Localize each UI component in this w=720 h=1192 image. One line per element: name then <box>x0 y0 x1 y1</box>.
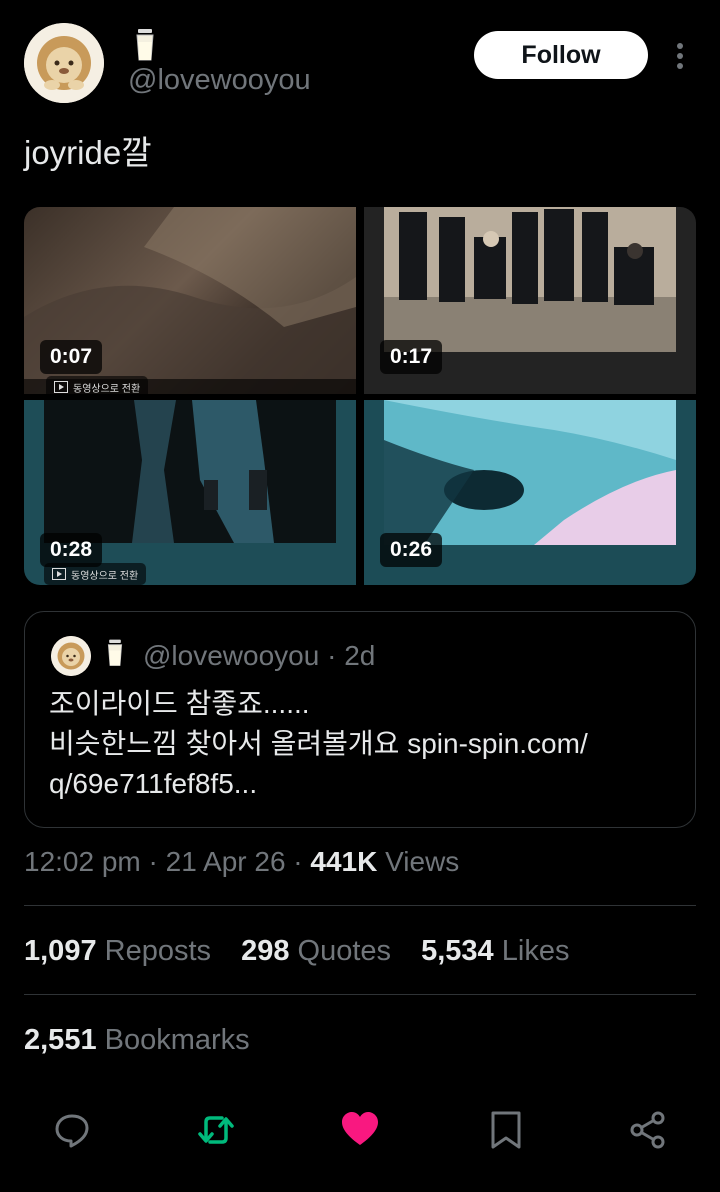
share-icon[interactable] <box>628 1110 668 1150</box>
post-time[interactable]: 12:02 pm <box>24 846 141 877</box>
timestamp-row: 12:02 pm · 21 Apr 26 · 441K Views <box>24 846 459 878</box>
author-avatar[interactable] <box>24 23 104 103</box>
video-duration: 0:26 <box>380 533 443 567</box>
engagement-stats: 1,097 Reposts 298 Quotes 5,534 Likes <box>24 935 591 968</box>
convert-video-label: 동영상으로 전환 <box>44 563 147 585</box>
divider <box>24 994 696 995</box>
views-label: Views <box>385 846 460 877</box>
quotes-stat[interactable]: 298 Quotes <box>241 935 391 967</box>
video-thumbnail-3[interactable]: 0:28 동영상으로 전환 <box>24 400 356 585</box>
play-icon <box>52 568 66 580</box>
reply-icon[interactable] <box>52 1110 92 1150</box>
quoted-text: 조이라이드 참좋죠...... 비슷한느낌 찾아서 올려볼개요 spin-spi… <box>49 684 679 804</box>
convert-video-label: 동영상으로 전환 <box>46 376 149 394</box>
milk-glass-icon <box>136 29 154 61</box>
meta-separator: · <box>327 640 337 671</box>
meta-separator: · <box>293 846 303 877</box>
quoted-age: 2d <box>344 640 376 671</box>
bookmark-icon[interactable] <box>486 1110 526 1150</box>
video-duration: 0:17 <box>380 340 443 374</box>
video-thumbnail-4[interactable]: 0:26 <box>364 400 696 585</box>
more-options-icon[interactable] <box>672 42 688 70</box>
bookmarks-stat[interactable]: 2,551 Bookmarks <box>24 1024 250 1057</box>
media-grid: 0:07 동영상으로 전환 0:17 0:28 동영상으로 전환 0:26 <box>24 207 696 585</box>
quoted-line-2: 비슷한느낌 찾아서 올려볼개요 spin-spin.com/ <box>49 728 588 759</box>
tweet-text: joyride깔 <box>24 134 152 171</box>
post-date[interactable]: 21 Apr 26 <box>166 846 286 877</box>
follow-button[interactable]: Follow <box>474 31 648 79</box>
video-thumbnail-1[interactable]: 0:07 동영상으로 전환 <box>24 207 356 394</box>
quoted-line-1: 조이라이드 참좋죠...... <box>49 688 310 719</box>
video-duration: 0:07 <box>40 340 103 374</box>
like-icon[interactable] <box>340 1110 380 1150</box>
reposts-stat[interactable]: 1,097 Reposts <box>24 935 211 967</box>
divider <box>24 905 696 906</box>
meta-separator: · <box>148 846 158 877</box>
likes-stat[interactable]: 5,534 Likes <box>421 935 569 967</box>
quoted-meta: @lovewooyou · 2d <box>143 640 375 672</box>
repost-icon[interactable] <box>196 1110 236 1150</box>
quoted-tweet-card[interactable]: @lovewooyou · 2d 조이라이드 참좋죠...... 비슷한느낌 찾… <box>24 611 696 828</box>
lion-avatar-image <box>51 636 91 676</box>
quoted-line-3: q/69e711fef8f5... <box>49 768 258 799</box>
video-thumbnail-2[interactable]: 0:17 <box>364 207 696 394</box>
quoted-author-avatar <box>51 636 91 676</box>
author-handle[interactable]: @lovewooyou <box>128 64 311 97</box>
views-count: 441K <box>310 846 378 877</box>
play-icon <box>54 381 68 393</box>
video-duration: 0:28 <box>40 533 103 567</box>
lion-avatar-image <box>24 23 104 103</box>
quoted-handle: @lovewooyou <box>143 640 320 671</box>
milk-glass-icon <box>107 639 123 666</box>
